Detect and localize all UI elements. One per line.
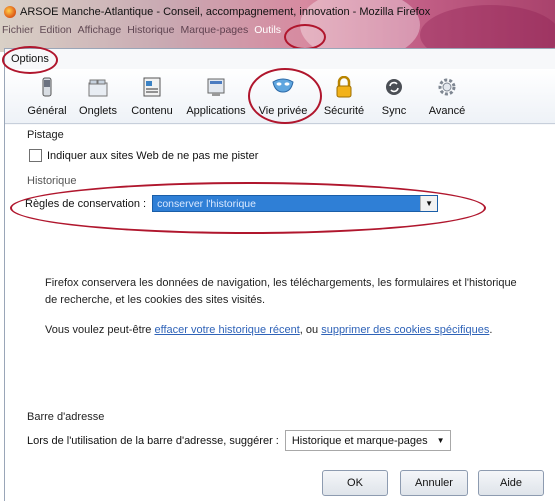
- suggestion-middle: , ou: [299, 324, 322, 336]
- history-suggestion: Vous voulez peut-être effacer votre hist…: [45, 322, 492, 339]
- pane-onglets-label: Onglets: [79, 105, 117, 117]
- cancel-button[interactable]: Annuler: [400, 470, 468, 496]
- history-description-line1: Firefox conservera les données de naviga…: [45, 277, 517, 289]
- address-bar-heading: Barre d'adresse: [27, 411, 105, 423]
- pane-applications-label: Applications: [186, 105, 246, 117]
- firefox-icon: [4, 6, 16, 18]
- pane-avance[interactable]: Avancé: [425, 73, 469, 121]
- menu-edition[interactable]: Edition: [40, 24, 72, 36]
- pane-sync[interactable]: Sync: [377, 73, 411, 121]
- suggestion-suffix: .: [489, 324, 493, 336]
- address-bar-suggest-label: Lors de l'utilisation de la barre d'adre…: [27, 434, 279, 447]
- content-icon: [140, 75, 164, 99]
- pane-applications[interactable]: Applications: [185, 73, 247, 121]
- suggestion-prefix: Vous voulez peut-être: [45, 324, 155, 336]
- applications-icon: [204, 75, 228, 99]
- pane-general[interactable]: Général: [25, 73, 69, 121]
- titlebar-decoration: [420, 5, 555, 52]
- annotation-circle-options: [2, 46, 58, 74]
- do-not-track-label[interactable]: Indiquer aux sites Web de ne pas me pist…: [47, 150, 258, 162]
- pane-general-label: Général: [27, 105, 67, 117]
- pane-contenu[interactable]: Contenu: [129, 73, 175, 121]
- pane-securite-label: Sécurité: [323, 105, 365, 117]
- menu-marque-pages[interactable]: Marque-pages: [181, 24, 249, 36]
- pane-sync-label: Sync: [381, 105, 407, 117]
- menu-affichage[interactable]: Affichage: [78, 24, 122, 36]
- annotation-circle-history-rules: [10, 182, 486, 234]
- sync-icon: [382, 75, 406, 99]
- general-switch-icon: [35, 75, 59, 99]
- address-bar-row: Lors de l'utilisation de la barre d'adre…: [27, 430, 451, 451]
- history-description-line2: de recherche, et les cookies des sites v…: [45, 294, 266, 306]
- window-title: ARSOE Manche-Atlantique - Conseil, accom…: [20, 6, 431, 18]
- menu-fichier[interactable]: Fichier: [2, 24, 34, 36]
- ok-button[interactable]: OK: [322, 470, 388, 496]
- window-title-row: ARSOE Manche-Atlantique - Conseil, accom…: [4, 4, 430, 20]
- history-heading: Historique: [27, 175, 77, 187]
- lock-icon: [332, 75, 356, 99]
- chevron-down-icon: ▼: [436, 436, 445, 445]
- do-not-track-checkbox[interactable]: [29, 149, 42, 162]
- help-button[interactable]: Aide: [478, 470, 544, 496]
- menubar: Fichier Edition Affichage Historique Mar…: [2, 24, 281, 36]
- history-description: Firefox conservera les données de naviga…: [45, 275, 517, 309]
- gear-icon: [435, 75, 459, 99]
- tracking-heading: Pistage: [27, 129, 64, 141]
- pane-avance-label: Avancé: [428, 105, 466, 117]
- delete-cookies-link[interactable]: supprimer des cookies spécifiques: [321, 324, 489, 336]
- do-not-track-row: Indiquer aux sites Web de ne pas me pist…: [29, 149, 258, 162]
- browser-titlebar: ARSOE Manche-Atlantique - Conseil, accom…: [0, 0, 555, 52]
- annotation-circle-privacy: [248, 68, 322, 124]
- clear-history-link[interactable]: effacer votre historique récent: [154, 324, 299, 336]
- pane-onglets[interactable]: Onglets: [75, 73, 121, 121]
- menu-historique[interactable]: Historique: [127, 24, 174, 36]
- address-bar-suggest-select[interactable]: Historique et marque-pages ▼: [284, 430, 451, 451]
- menu-outils[interactable]: Outils: [254, 24, 281, 36]
- pane-contenu-label: Contenu: [131, 105, 173, 117]
- annotation-circle-outils: [284, 24, 326, 50]
- pane-securite[interactable]: Sécurité: [321, 73, 367, 121]
- address-bar-suggest-value: Historique et marque-pages: [291, 434, 428, 447]
- tabs-icon: [86, 75, 110, 99]
